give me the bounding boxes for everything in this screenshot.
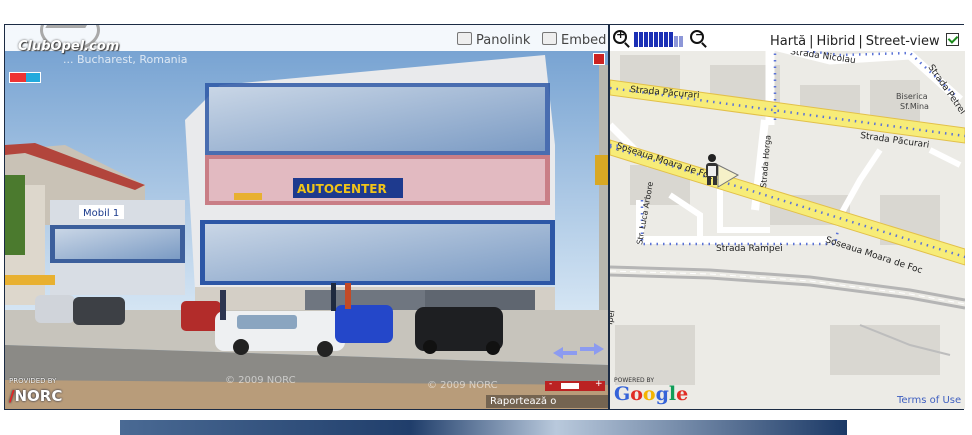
site-banner <box>120 420 847 435</box>
zoom-tick[interactable] <box>654 32 658 47</box>
autocenter-sign: AUTOCENTER <box>297 182 387 196</box>
zoom-out-icon[interactable]: − <box>690 28 704 44</box>
terms-of-use-link[interactable]: Terms of Use <box>897 395 961 406</box>
poi-label: Sf.Mina <box>900 102 929 111</box>
location-label: ... Bucharest, Romania <box>63 53 188 66</box>
panorama-view[interactable]: Mobil 1 AUTOCENTER Panolink Embed ClubOp… <box>5 25 608 409</box>
map-type-selector: Hartă | Hibrid | Street-view <box>770 33 959 49</box>
map-type-hibrid[interactable]: Hibrid <box>817 34 856 49</box>
google-logo-letter: o <box>630 383 643 405</box>
brand-label: ClubOpel.com <box>18 39 120 54</box>
map-canvas[interactable]: Strada Nicolau Strada Petrel Strada Păcu… <box>610 25 965 409</box>
copyright-text: © 2009 NORC <box>225 375 296 386</box>
zoom-in-icon[interactable]: + <box>613 28 627 44</box>
mobil-sign: Mobil 1 <box>83 208 119 219</box>
google-logo-letter: o <box>642 383 656 405</box>
map-type-streetview[interactable]: Street-view <box>866 34 940 49</box>
zoom-tick[interactable] <box>659 32 663 47</box>
map-view[interactable]: Strada Nicolau Strada Petrel Strada Păcu… <box>608 25 965 409</box>
link-icon <box>457 32 472 45</box>
provided-by-label: PROVIDED BY <box>9 377 57 385</box>
zoom-tick[interactable] <box>634 32 638 47</box>
zoom-level-indicator <box>561 383 579 389</box>
poi-label: Biserica <box>896 92 928 101</box>
zoom-out-button[interactable]: - <box>549 379 552 389</box>
google-logo-letter: G <box>614 383 631 405</box>
embed-label: Embed <box>561 33 607 48</box>
panorama-zoom-control[interactable]: - + <box>545 379 605 391</box>
panolink-button[interactable]: Panolink <box>457 32 530 48</box>
map-zoom-slider[interactable] <box>634 30 683 47</box>
zoom-in-button[interactable]: + <box>595 379 603 389</box>
google-logo-letter: g <box>655 383 669 405</box>
panolink-label: Panolink <box>476 33 531 48</box>
streetview-checkbox[interactable] <box>945 33 959 46</box>
google-logo-letter: e <box>676 383 689 405</box>
3d-mode-icon[interactable] <box>9 72 41 83</box>
street-label: Strada Rampei <box>716 244 783 254</box>
arrow-left-icon[interactable] <box>553 347 577 359</box>
panorama-image[interactable]: Mobil 1 AUTOCENTER <box>5 25 608 409</box>
norc-text: NORC <box>14 387 63 405</box>
map-toolbar: + − Hartă | Hibrid | Street-view <box>610 25 965 51</box>
arrow-right-icon[interactable] <box>580 343 604 355</box>
street-view-widget: Mobil 1 AUTOCENTER Panolink Embed ClubOp… <box>4 24 965 410</box>
zoom-tick[interactable] <box>649 32 653 47</box>
embed-button[interactable]: Embed <box>542 32 606 48</box>
zoom-tick[interactable] <box>664 32 668 47</box>
map-type-harta[interactable]: Hartă <box>770 34 806 49</box>
expand-button[interactable] <box>593 53 605 65</box>
embed-icon <box>542 32 557 45</box>
zoom-tick[interactable] <box>669 32 673 47</box>
report-problem-link[interactable]: Raportează o problemă <box>486 395 608 408</box>
google-logo[interactable]: Google <box>614 383 688 405</box>
zoom-tick[interactable] <box>644 32 648 47</box>
norc-logo: /NORC <box>9 387 63 405</box>
zoom-tick[interactable] <box>639 32 643 47</box>
zoom-tick[interactable] <box>674 36 678 47</box>
zoom-tick[interactable] <box>679 36 683 47</box>
copyright-text: © 2009 NORC <box>427 380 498 391</box>
